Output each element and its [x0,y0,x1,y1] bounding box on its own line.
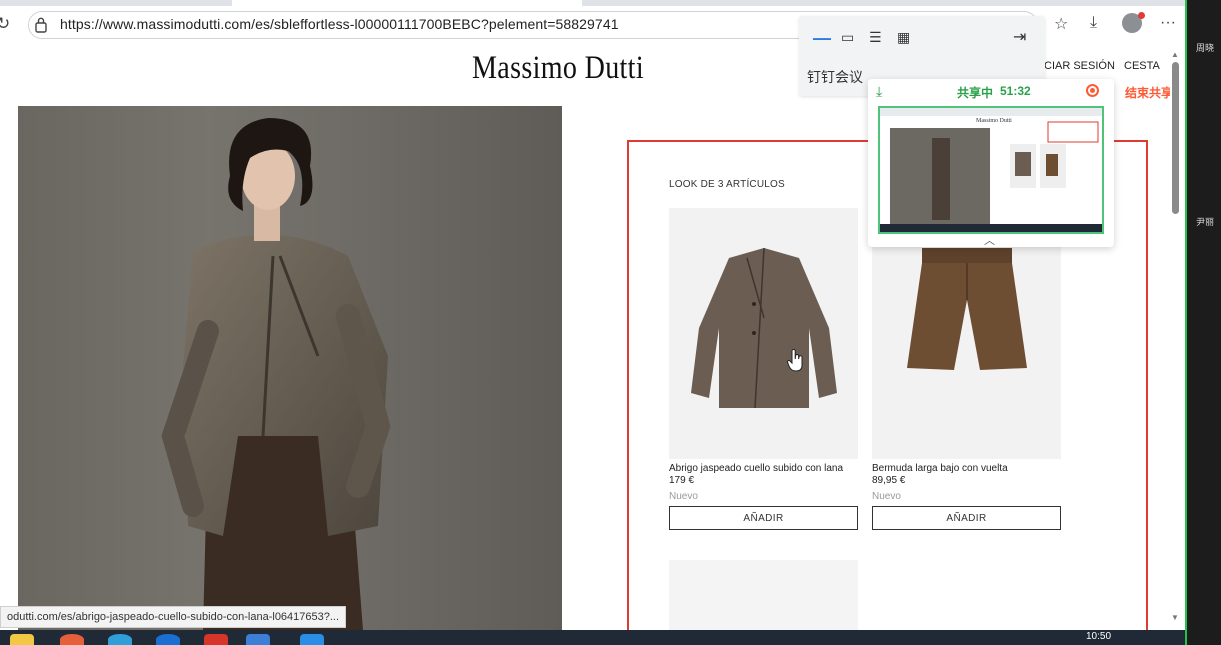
cart-link[interactable]: CESTA [1124,60,1160,72]
coat-image [691,247,837,409]
collapse-chevron-icon[interactable]: ︿ [984,232,995,248]
notification-dot [1138,12,1145,19]
add-to-cart-button[interactable]: AÑADIR [872,506,1061,530]
edge-icon[interactable] [156,634,180,645]
participants-panel [1185,0,1221,645]
product-price: 179 € [669,475,695,486]
login-link[interactable]: CIAR SESIÓN [1044,60,1115,72]
downloads-icon[interactable]: ⤓ [1090,14,1097,32]
screen-share-panel: ⤓ 共享中 51:32 Massimo Dutti ︿ [868,79,1114,247]
download-icon[interactable]: ⤓ [876,83,882,100]
tab-strip [0,0,1185,6]
scroll-up-icon[interactable]: ▲ [1171,50,1179,59]
split-view-icon[interactable]: ☰ [869,29,882,46]
participant-name[interactable]: 尹丽 [1196,215,1214,228]
product-badge: Nuevo [669,491,698,502]
taskbar-clock[interactable]: 10:50 [1086,631,1111,642]
minimize-icon[interactable]: — [813,28,831,49]
window-icon[interactable]: ▭ [841,29,854,46]
product-image-placeholder[interactable] [669,560,858,630]
hero-image[interactable] [18,106,562,630]
meeting-label: 钉钉会议 [807,69,863,85]
look-title: LOOK DE 3 ARTÍCULOS [669,179,785,190]
product-price: 89,95 € [872,475,906,486]
share-status: 共享中 [957,86,994,100]
scrollbar-thumb[interactable] [1172,62,1179,214]
product-name[interactable]: Abrigo jaspeado cuello subido con lana [669,463,858,474]
app-icon[interactable] [246,634,270,645]
product-image[interactable] [669,208,858,459]
participant-name[interactable]: 周晓 [1196,41,1214,54]
add-to-cart-button[interactable]: AÑADIR [669,506,858,530]
grid-view-icon[interactable]: ▦ [897,29,910,46]
brand-logo[interactable]: Massimo Dutti [472,50,644,87]
thumbnail-brand: Massimo Dutti [976,118,1012,124]
favorites-icon[interactable]: ☆ [1054,14,1068,34]
browser-icon[interactable] [108,634,132,645]
collapse-right-icon[interactable]: ⇥ [1013,27,1026,47]
share-timer: 51:32 [1000,84,1031,98]
file-explorer-icon[interactable] [10,634,34,645]
product-badge: Nuevo [872,491,901,502]
app-icon[interactable] [60,634,84,645]
dingtalk-icon[interactable] [300,634,324,645]
screen: ↻ https://www.massimodutti.com/es/sbleff… [0,0,1221,645]
more-icon[interactable]: ··· [1160,14,1176,32]
model-illustration [161,118,391,630]
active-tab[interactable] [232,0,582,6]
reload-icon[interactable]: ↻ [0,14,10,34]
thumbnail-illustration [880,108,1102,232]
hand-cursor-icon [787,349,803,372]
url-text[interactable]: https://www.massimodutti.com/es/sbleffor… [60,16,619,32]
lock-icon[interactable] [34,16,48,34]
product-card[interactable]: Bermuda larga bajo con vuelta 89,95 € Nu… [872,208,1061,530]
record-icon[interactable] [1086,84,1099,97]
product-name[interactable]: Bermuda larga bajo con vuelta [872,463,1061,474]
scroll-down-icon[interactable]: ▼ [1171,613,1179,622]
app-icon[interactable] [204,634,228,645]
shared-screen-thumbnail[interactable]: Massimo Dutti [878,106,1104,234]
product-card[interactable]: Abrigo jaspeado cuello subido con lana 1… [669,208,858,530]
status-link-preview: odutti.com/es/abrigo-jaspeado-cuello-sub… [0,606,347,628]
